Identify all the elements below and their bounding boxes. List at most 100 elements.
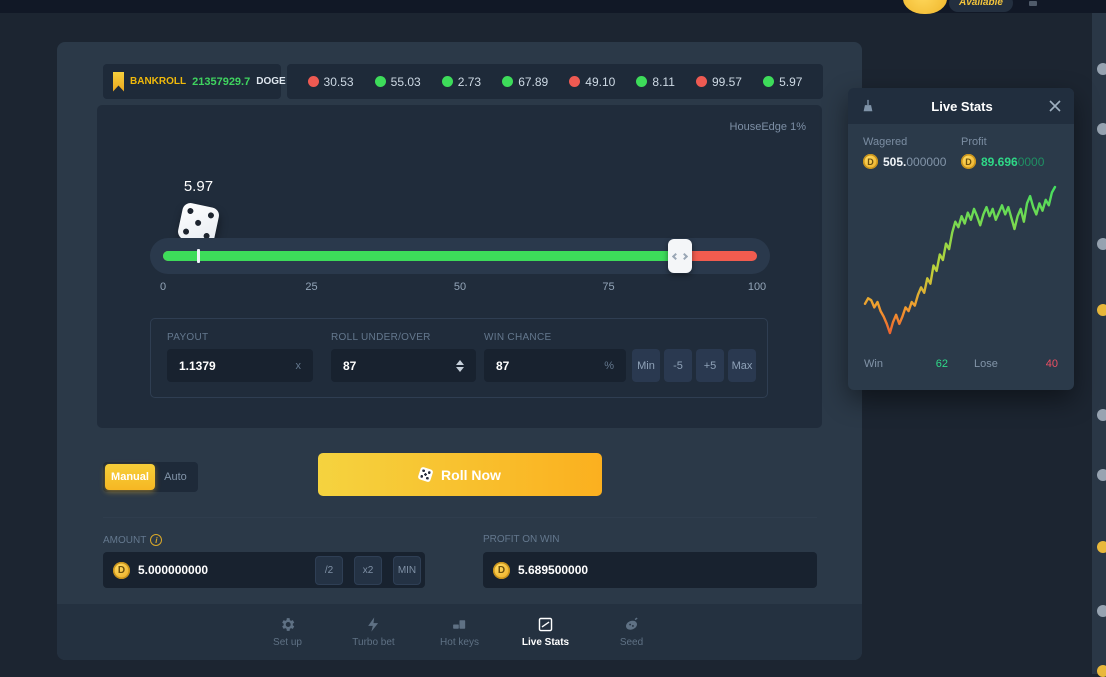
dice-icon <box>417 466 433 482</box>
chevron-right-icon <box>681 252 688 259</box>
recent-roll[interactable]: 8.11 <box>636 75 674 89</box>
win-chance-minus5-button[interactable]: -5 <box>664 349 692 382</box>
roll-result-value: 55.03 <box>391 75 421 89</box>
roll-result-dot <box>308 76 319 87</box>
roll-under-over-input[interactable]: 87 <box>331 349 476 382</box>
slider-track[interactable] <box>163 251 757 261</box>
manual-mode-tab[interactable]: Manual <box>105 464 155 490</box>
profit-on-win-field: D 5.689500000 <box>483 552 817 588</box>
recent-roll[interactable]: 99.57 <box>696 75 742 89</box>
chat-avatar-icon <box>1097 123 1106 135</box>
win-label: Win <box>864 358 883 370</box>
bet-mode-toggle: Manual Auto <box>103 462 198 492</box>
recent-roll[interactable]: 30.53 <box>308 75 354 89</box>
chat-avatar-icon <box>1097 469 1106 481</box>
win-chance-suffix: % <box>604 360 614 372</box>
bankroll-label: BANKROLL <box>130 76 186 87</box>
win-chance-input[interactable]: 87 % <box>484 349 626 382</box>
bankroll-currency: DOGE <box>256 76 285 87</box>
scale-tick-25: 25 <box>305 281 317 293</box>
win-chance-max-button[interactable]: Max <box>728 349 756 382</box>
amount-value: 5.000000000 <box>138 563 304 577</box>
recent-roll[interactable]: 67.89 <box>502 75 548 89</box>
recent-roll[interactable]: 5.97 <box>763 75 802 89</box>
slider-handle[interactable] <box>668 239 692 273</box>
topbar-widget[interactable] <box>1029 1 1037 6</box>
win-chance-min-button[interactable]: Min <box>632 349 660 382</box>
roll-now-button[interactable]: Roll Now <box>318 453 602 496</box>
win-count: 62 <box>936 358 948 370</box>
chat-avatar-icon <box>1097 238 1106 250</box>
scale-tick-75: 75 <box>602 281 614 293</box>
amount-half-button[interactable]: /2 <box>315 556 343 585</box>
nav-set-up[interactable]: Set up <box>260 616 316 648</box>
scale-tick-0: 0 <box>160 281 166 293</box>
recent-roll[interactable]: 49.10 <box>569 75 615 89</box>
scale-tick-50: 50 <box>454 281 466 293</box>
live-stats-panel: Live Stats Wagered D 505.000000 Profit D… <box>848 88 1074 390</box>
roll-under-over-label: ROLL UNDER/OVER <box>331 332 431 343</box>
bottom-nav: Set up Turbo bet Hot keys Live Stats See… <box>57 604 862 660</box>
chat-avatar-icon <box>1097 605 1106 617</box>
section-divider <box>103 517 817 518</box>
doge-coin-icon: D <box>863 154 878 169</box>
live-stats-header: Live Stats <box>848 88 1074 124</box>
chat-avatar-icon <box>1097 665 1106 677</box>
payout-suffix: x <box>296 360 302 372</box>
nav-turbo-bet[interactable]: Turbo bet <box>346 616 402 648</box>
chat-avatar-icon <box>1097 63 1106 75</box>
roll-result-value: 2.73 <box>458 75 481 89</box>
roll-result-dot <box>696 76 707 87</box>
amount-label: AMOUNT <box>103 535 146 546</box>
payout-value: 1.1379 <box>179 359 216 373</box>
recent-roll[interactable]: 55.03 <box>375 75 421 89</box>
roll-result-dot <box>442 76 453 87</box>
amount-double-button[interactable]: x2 <box>354 556 382 585</box>
clear-stats-icon[interactable] <box>861 99 875 113</box>
doge-coin-icon: D <box>961 154 976 169</box>
profit-sparkline-chart <box>861 177 1061 350</box>
slider-win-range <box>163 251 680 261</box>
profit-on-win-value: 5.689500000 <box>518 563 588 577</box>
profit-on-win-label: PROFIT ON WIN <box>483 534 559 545</box>
gear-icon <box>279 616 296 633</box>
roll-result-dot <box>502 76 513 87</box>
nav-hot-keys[interactable]: Hot keys <box>432 616 488 648</box>
doge-coin-icon: D <box>493 562 510 579</box>
win-chance-plus5-button[interactable]: +5 <box>696 349 724 382</box>
payout-label: PAYOUT <box>167 332 208 343</box>
slider-scale: 0 25 50 75 100 <box>163 281 757 295</box>
auto-mode-tab[interactable]: Auto <box>155 464 196 490</box>
swap-icon[interactable] <box>456 360 464 372</box>
chat-avatar-icon <box>1097 541 1106 553</box>
chat-edge-strip[interactable] <box>1092 13 1106 674</box>
nav-live-stats[interactable]: Live Stats <box>518 616 574 648</box>
nav-seed[interactable]: Seed <box>604 616 660 648</box>
win-chance-value: 87 <box>496 359 509 373</box>
chevron-left-icon <box>672 252 679 259</box>
recent-roll[interactable]: 2.73 <box>442 75 481 89</box>
roll-result-dot <box>763 76 774 87</box>
payout-input[interactable]: 1.1379 x <box>167 349 313 382</box>
roll-result-value: 49.10 <box>585 75 615 89</box>
chart-icon <box>537 616 554 633</box>
wagered-label: Wagered <box>863 136 961 148</box>
chat-avatar-icon <box>1097 409 1106 421</box>
live-stats-title: Live Stats <box>875 99 1049 114</box>
doge-coin-icon: D <box>113 562 130 579</box>
chat-avatar-icon <box>1097 304 1106 316</box>
roll-result-value: 99.57 <box>712 75 742 89</box>
recent-rolls-bar: 30.53 55.03 2.73 67.89 49.10 8.11 99.57 5.97 <box>287 64 823 99</box>
house-edge-label: HouseEdge 1% <box>730 121 806 133</box>
roll-under-over-value: 87 <box>343 359 356 373</box>
info-icon[interactable]: i <box>150 534 162 546</box>
amount-input[interactable]: D 5.000000000 /2 x2 MIN <box>103 552 425 588</box>
roll-result-dot <box>569 76 580 87</box>
amount-min-button[interactable]: MIN <box>393 556 421 585</box>
bankroll-bar: BANKROLL 21357929.7 DOGE <box>103 64 281 99</box>
close-icon[interactable] <box>1049 100 1061 112</box>
roll-result-dot <box>375 76 386 87</box>
game-area: HouseEdge 1% 5.97 0 25 50 75 100 PAYOUT <box>97 105 822 428</box>
bankroll-ribbon-icon <box>113 72 124 92</box>
roll-result-value: 30.53 <box>324 75 354 89</box>
